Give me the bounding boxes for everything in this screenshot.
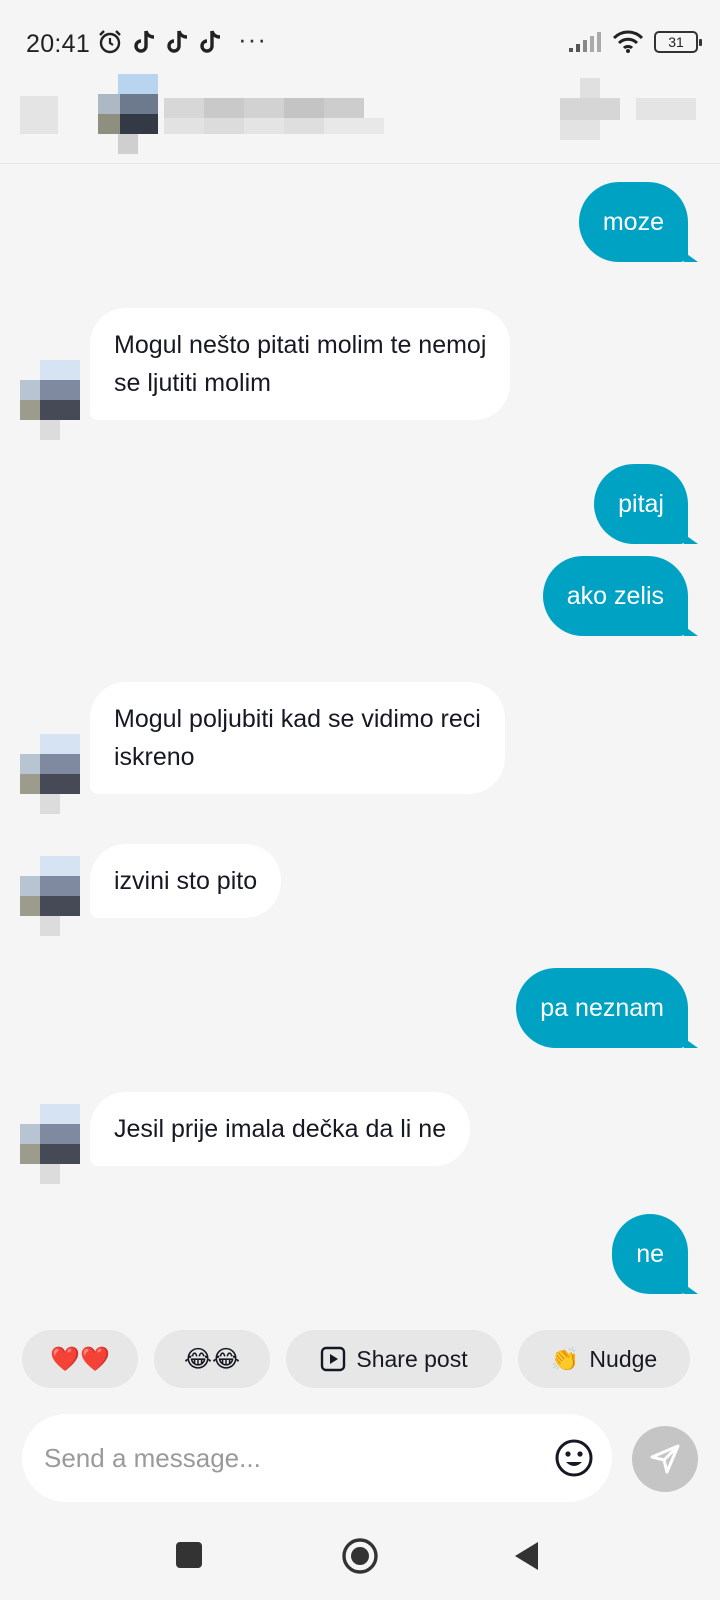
- wifi-icon: [612, 30, 644, 53]
- home-button-icon[interactable]: [340, 1536, 380, 1576]
- message-incoming[interactable]: Jesil prije imala dečka da li ne: [90, 1092, 471, 1166]
- header-more-button[interactable]: [636, 98, 696, 120]
- message-incoming[interactable]: Mogul poljubiti kad se vidimo reci iskre…: [90, 682, 505, 794]
- message-text: ako zelis: [566, 582, 664, 610]
- message-text-line: Jesil prije imala dečka da li ne: [114, 1115, 447, 1143]
- play-square-icon: [321, 1346, 346, 1372]
- notification-icons: [96, 28, 223, 56]
- system-nav-bar: [0, 1524, 720, 1600]
- share-post-button[interactable]: Share post: [286, 1330, 502, 1388]
- alarm-icon: [99, 30, 121, 54]
- tiktok-icon: [200, 30, 221, 53]
- message-incoming[interactable]: Mogul nešto pitati molim te nemoj se lju…: [90, 308, 511, 420]
- message-text: pa neznam: [540, 994, 664, 1022]
- avatar[interactable]: [20, 1104, 80, 1184]
- message-text-line: Mogul nešto pitati molim te nemoj: [114, 331, 487, 359]
- avatar[interactable]: [20, 360, 80, 440]
- tiktok-icon: [167, 30, 188, 53]
- message-text: moze: [602, 208, 664, 236]
- back-nav-button-icon[interactable]: [512, 1540, 542, 1572]
- back-button[interactable]: [20, 96, 60, 136]
- message-text-line: iskreno: [114, 743, 195, 771]
- header-action-button[interactable]: [560, 78, 620, 142]
- emoji-icon[interactable]: [554, 1438, 594, 1478]
- message-text-line: Mogul poljubiti kad se vidimo reci: [114, 705, 481, 733]
- message-text: pitaj: [618, 490, 664, 518]
- laugh-emoji: 😂😂: [183, 1345, 241, 1373]
- message-text-line: se ljutiti molim: [114, 369, 271, 397]
- more-notifications-icon: ···: [238, 24, 267, 54]
- avatar[interactable]: [20, 856, 80, 936]
- message-list: moze Mogul nešto pitati molim te nemoj s…: [0, 164, 720, 1324]
- quick-reply-bar: ❤️❤️ 😂😂 Share post 👏 Nudge: [22, 1330, 702, 1388]
- recents-button-icon[interactable]: [174, 1540, 204, 1570]
- nudge-label: Nudge: [589, 1345, 658, 1372]
- message-text-line: izvini sto pito: [114, 867, 258, 895]
- quick-reply-hearts[interactable]: ❤️❤️: [22, 1330, 138, 1388]
- message-outgoing[interactable]: moze: [578, 182, 699, 262]
- message-outgoing[interactable]: ne: [612, 1214, 698, 1294]
- contact-avatar[interactable]: [98, 74, 160, 156]
- send-icon: [650, 1444, 680, 1474]
- hearts-emoji: ❤️❤️: [50, 1345, 110, 1373]
- battery-icon: 31: [654, 31, 702, 53]
- message-input[interactable]: [44, 1436, 524, 1480]
- message-text: ne: [636, 1240, 664, 1268]
- message-composer: [22, 1414, 612, 1502]
- wave-hand-icon: 👏: [550, 1345, 580, 1372]
- message-outgoing[interactable]: pa neznam: [516, 968, 698, 1048]
- message-outgoing[interactable]: ako zelis: [542, 556, 699, 636]
- contact-name-obscured[interactable]: [164, 96, 394, 140]
- quick-reply-laugh[interactable]: 😂😂: [154, 1330, 270, 1388]
- send-button[interactable]: [632, 1426, 698, 1492]
- nudge-button[interactable]: 👏 Nudge: [518, 1330, 690, 1388]
- chat-header: [0, 60, 720, 164]
- avatar[interactable]: [20, 734, 80, 814]
- status-time: 20:41: [26, 30, 91, 58]
- signal-icon: [569, 32, 601, 52]
- tiktok-icon: [134, 30, 155, 53]
- share-post-label: Share post: [356, 1345, 468, 1372]
- message-outgoing[interactable]: pitaj: [594, 464, 698, 544]
- system-indicators: 31: [568, 30, 702, 54]
- message-incoming[interactable]: izvini sto pito: [90, 844, 282, 918]
